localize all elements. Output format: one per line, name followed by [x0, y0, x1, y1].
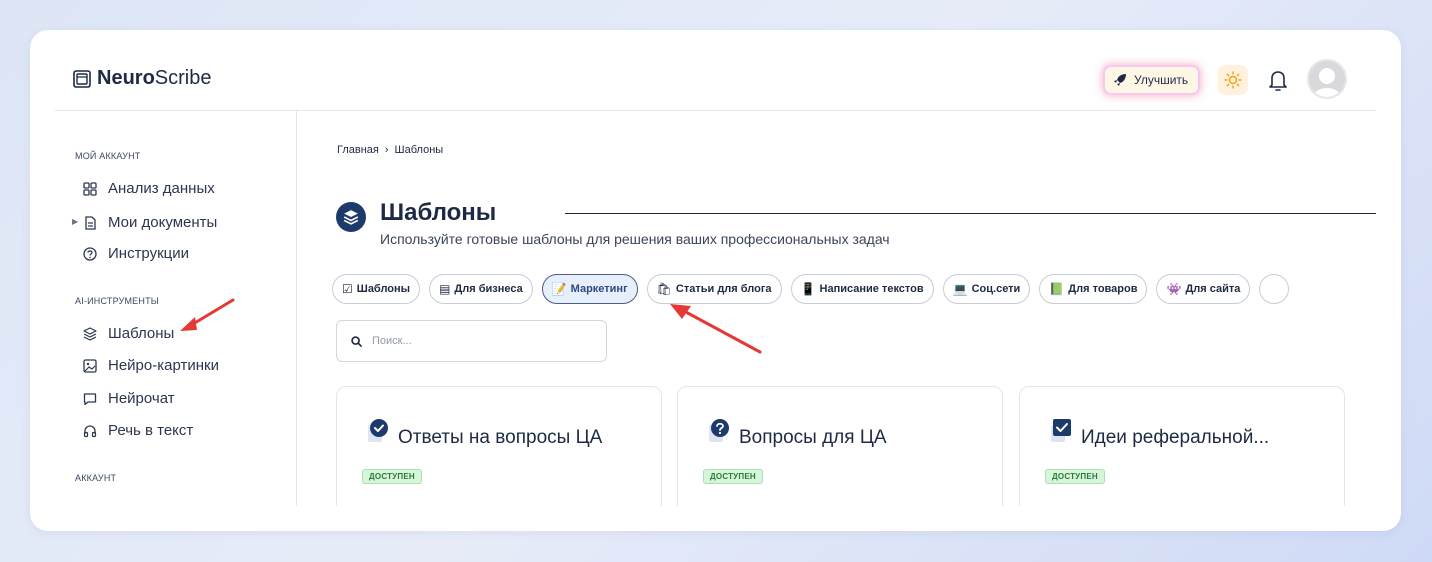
breadcrumb-home-link[interactable]: Главная: [337, 144, 379, 156]
help-icon: [83, 246, 97, 261]
bell-icon[interactable]: [1267, 68, 1289, 92]
sidebar-item-label: Нейро-картинки: [108, 357, 219, 374]
brand-name-bold: Neuro: [97, 67, 155, 89]
sidebar-item-label: Анализ данных: [108, 180, 215, 197]
breadcrumb-current: Шаблоны: [394, 144, 444, 156]
sidebar-item-my-documents[interactable]: Мои документы: [83, 214, 217, 231]
chip-label: Маркетинг: [570, 283, 628, 295]
shopping-bags-icon: 🛍: [656, 282, 672, 296]
sidebar-item-instructions[interactable]: Инструкции: [83, 245, 189, 262]
sidebar-section-account: АККАУНТ: [75, 473, 117, 483]
chip-label: Соц.сети: [971, 283, 1021, 295]
chip-label: Для бизнеса: [454, 283, 523, 295]
question-circle-icon: [709, 419, 729, 442]
search-input[interactable]: [372, 335, 572, 347]
rocket-icon: [1114, 74, 1126, 86]
screenshot-frame: NeuroScribe Улучшить МОЙ АККАУНТ Анализ …: [30, 30, 1401, 531]
sidebar-section-my-account: МОЙ АККАУНТ: [75, 151, 141, 161]
template-card[interactable]: Вопросы для ЦА ДОСТУПЕН: [677, 386, 1003, 506]
alien-monster-icon: 👾: [1166, 282, 1182, 296]
memo-icon: 📝: [551, 282, 567, 296]
chip-products[interactable]: 📗 Для товаров: [1039, 274, 1148, 304]
sidebar-item-label: Мои документы: [108, 214, 218, 231]
headphones-icon: [83, 424, 97, 437]
layers-icon: [83, 326, 97, 341]
logo-icon: [73, 69, 91, 88]
main-content: Главная › Шаблоны Шаблоны Используйте го…: [298, 111, 1376, 506]
laptop-icon: 💻: [952, 282, 968, 296]
sidebar-item-data-analysis[interactable]: Анализ данных: [83, 180, 215, 197]
phone-icon: 📱: [800, 282, 816, 296]
check-square-icon: [1051, 419, 1071, 442]
breadcrumb-separator: ›: [384, 144, 389, 156]
sidebar-item-templates[interactable]: Шаблоны: [83, 325, 174, 342]
breadcrumb: Главная › Шаблоны: [337, 144, 443, 156]
chip-label: Статьи для блога: [675, 283, 772, 295]
expand-caret-icon[interactable]: ▶: [72, 217, 78, 226]
chat-icon: [83, 392, 97, 405]
page-title: Шаблоны: [380, 199, 497, 226]
brand-logo[interactable]: NeuroScribe: [73, 67, 212, 90]
template-card[interactable]: Ответы на вопросы ЦА ДОСТУПЕН: [336, 386, 662, 506]
upgrade-label: Улучшить: [1134, 73, 1189, 87]
theme-toggle-button[interactable]: [1218, 65, 1248, 95]
layers-icon: [343, 210, 359, 225]
document-icon: [85, 215, 96, 230]
chip-copywriting[interactable]: 📱 Написание текстов: [790, 274, 934, 304]
status-badge: ДОСТУПЕН: [1045, 469, 1105, 484]
sidebar-item-label: Речь в текст: [108, 422, 194, 439]
category-filter-chips: ☑ Шаблоны ▤ Для бизнеса 📝 Маркетинг 🛍 Статьи…: [332, 274, 1290, 304]
status-badge: ДОСТУПЕН: [362, 469, 422, 484]
top-header: NeuroScribe Улучшить: [55, 55, 1376, 111]
sidebar-item-label: Шаблоны: [108, 325, 175, 342]
upgrade-button[interactable]: Улучшить: [1103, 65, 1201, 95]
check-circle-icon: [368, 419, 388, 442]
chip-label: Шаблоны: [356, 283, 411, 295]
chip-website[interactable]: 👾 Для сайта: [1156, 274, 1251, 304]
chip-templates[interactable]: ☑ Шаблоны: [332, 274, 421, 304]
avatar-placeholder-icon: [1312, 68, 1342, 97]
user-avatar[interactable]: [1307, 59, 1347, 99]
window-icon: ▤: [439, 282, 451, 296]
sidebar-item-neurochat[interactable]: Нейрочат: [83, 390, 175, 407]
sidebar-item-speech-to-text[interactable]: Речь в текст: [83, 422, 193, 439]
search-box: [336, 320, 607, 362]
app-window: NeuroScribe Улучшить МОЙ АККАУНТ Анализ …: [55, 55, 1376, 506]
checkbox-icon: ☑: [342, 282, 353, 296]
chip-overflow[interactable]: [1259, 274, 1290, 304]
sidebar-item-neuro-images[interactable]: Нейро-картинки: [83, 357, 219, 374]
brand-name-light: Scribe: [154, 67, 212, 89]
sidebar-item-label: Нейрочат: [108, 390, 175, 407]
sidebar-item-label: Инструкции: [108, 245, 190, 262]
chip-social[interactable]: 💻 Соц.сети: [942, 274, 1031, 304]
page-subtitle: Используйте готовые шаблоны для решения …: [380, 231, 890, 247]
chip-marketing[interactable]: 📝 Маркетинг: [541, 274, 638, 304]
card-title: Вопросы для ЦА: [739, 427, 887, 448]
chip-label: Для товаров: [1068, 283, 1138, 295]
chip-blog-articles[interactable]: 🛍 Статьи для блога: [646, 274, 782, 304]
chip-business[interactable]: ▤ Для бизнеса: [429, 274, 533, 304]
sun-icon: [1224, 71, 1242, 89]
chip-label: Написание текстов: [819, 283, 924, 295]
card-title: Идеи реферальной...: [1081, 427, 1270, 448]
sidebar: МОЙ АККАУНТ Анализ данных ▶ Мои документ…: [55, 111, 297, 506]
card-title: Ответы на вопросы ЦА: [398, 427, 603, 448]
grid-icon: [83, 181, 97, 196]
template-card[interactable]: Идеи реферальной... ДОСТУПЕН: [1019, 386, 1345, 506]
status-badge: ДОСТУПЕН: [703, 469, 763, 484]
search-icon: [351, 335, 362, 347]
templates-title-icon: [336, 202, 366, 232]
sidebar-section-ai-tools: AI-ИНСТРУМЕНТЫ: [75, 296, 159, 306]
book-icon: 📗: [1049, 282, 1065, 296]
title-divider: [565, 213, 1376, 214]
image-icon: [83, 358, 97, 373]
chip-label: Для сайта: [1185, 283, 1241, 295]
